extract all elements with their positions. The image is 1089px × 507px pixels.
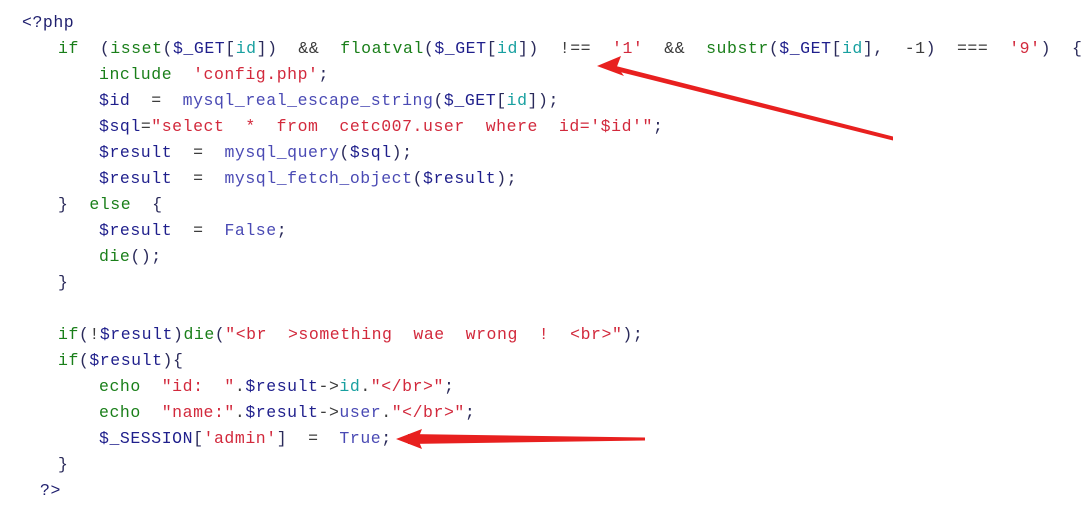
code-line: } else { — [58, 195, 163, 214]
code-line: if($result){ — [58, 351, 184, 370]
code-line: if(!$result)die("<br >something wae wron… — [58, 325, 644, 344]
code-line: $sql="select * from cetc007.user where i… — [99, 117, 664, 136]
code-line: } — [58, 455, 69, 474]
code-line: $result = False; — [99, 221, 288, 240]
code-line: echo "id: ".$result->id."</br>"; — [99, 377, 455, 396]
code-screenshot: <?php if (isset($_GET[id]) && floatval($_… — [0, 0, 1089, 507]
code-line: $id = mysql_real_escape_string($_GET[id]… — [99, 91, 559, 110]
php-code-block: <?php if (isset($_GET[id]) && floatval($_… — [0, 0, 1089, 507]
code-line: <?php — [22, 13, 75, 32]
code-line: $_SESSION['admin'] = True; — [99, 429, 392, 448]
code-line: } — [58, 273, 69, 292]
code-line: die(); — [99, 247, 162, 266]
code-line: ?> — [40, 481, 61, 500]
code-line: if (isset($_GET[id]) && floatval($_GET[i… — [58, 39, 1083, 58]
code-line: include 'config.php'; — [99, 65, 329, 84]
code-line: echo "name:".$result->user."</br>"; — [99, 403, 476, 422]
code-line: $result = mysql_query($sql); — [99, 143, 413, 162]
code-line: $result = mysql_fetch_object($result); — [99, 169, 518, 188]
